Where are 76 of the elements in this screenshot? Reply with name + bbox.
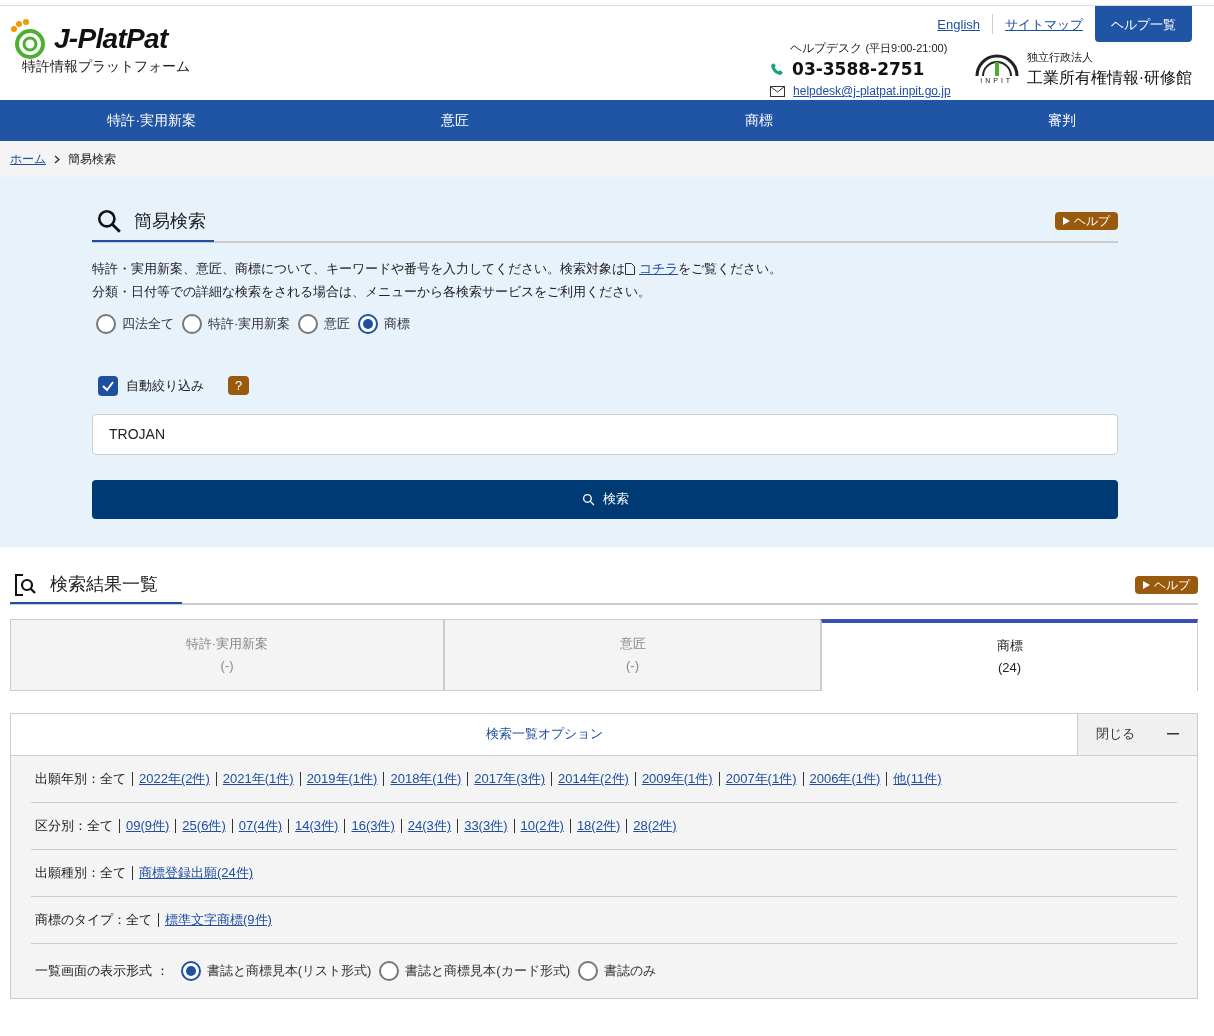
nav-item[interactable]: 意匠 (303, 110, 607, 131)
filter-link[interactable]: 2021年(1件) (222, 768, 294, 789)
filter-link[interactable]: 2018年(1件) (390, 768, 462, 789)
filter-label: 商標のタイプ：全て (35, 910, 152, 929)
filter-label: 出願種別：全て (35, 863, 126, 882)
breadcrumb-link[interactable]: ホーム (10, 150, 46, 168)
filter-link[interactable]: 28(2件) (633, 815, 677, 836)
filter-link[interactable]: 2022年(2件) (139, 768, 210, 789)
results-search-icon (14, 572, 38, 597)
help-button[interactable]: ヘルプ (1055, 212, 1118, 230)
radio-option[interactable]: 特許·実用新案 (182, 313, 291, 334)
filter-link[interactable]: 2019年(1件) (306, 768, 378, 789)
description-text: 分類・日付等での詳細な検索をされる場合は、メニューから各検索サービスをご利用ください。 (92, 283, 652, 301)
phone-icon (770, 62, 785, 77)
description-text: 特許・実用新案、意匠、商標について、キーワードや番号を入力してください。検索対象は (92, 259, 625, 278)
filter-label: 区分別：全て (35, 816, 113, 835)
search-icon (581, 492, 595, 506)
filter-link[interactable]: 09(9件) (126, 815, 170, 836)
sitemap-link[interactable]: サイトマップ (993, 14, 1095, 34)
minus-icon (1167, 733, 1179, 735)
nav-item[interactable]: 特許·実用新案 (0, 110, 304, 131)
filter-link[interactable]: 2014年(2件) (558, 768, 629, 789)
org-type: 独立行政法人 (1026, 50, 1094, 65)
search-button[interactable]: 検索 (92, 479, 1118, 519)
filter-link[interactable]: 33(3件) (464, 815, 508, 836)
logo-text: J-PlatPat (54, 22, 168, 56)
filter-link[interactable]: 10(2件) (520, 815, 564, 836)
filter-label: 出願年別：全て (35, 769, 126, 788)
radio-option[interactable]: 商標 (358, 313, 411, 334)
play-icon (1143, 580, 1150, 589)
radio-option[interactable]: 書誌のみ (577, 960, 656, 981)
filter-link[interactable]: 他(11件) (893, 768, 942, 789)
close-options-button[interactable]: 閉じる (1077, 713, 1197, 755)
section-title: 簡易検索 (134, 209, 206, 233)
org-name: 工業所有権情報·研修館 (1026, 67, 1192, 88)
filter-link[interactable]: 2009年(1件) (641, 768, 713, 789)
target-link[interactable]: コチラ (639, 258, 678, 279)
english-link[interactable]: English (925, 14, 992, 34)
result-tab[interactable]: 商標 (24) (821, 618, 1198, 691)
filter-link[interactable]: 16(3件) (351, 815, 395, 836)
breadcrumb-current: 簡易検索 (68, 151, 116, 168)
help-button[interactable]: ヘルプ (1135, 575, 1198, 594)
filter-link[interactable]: 2017年(3件) (474, 768, 546, 789)
phone-number: 03-3588-2751 (792, 57, 925, 81)
chevron-icon (54, 154, 60, 164)
radio-option[interactable]: 四法全て (96, 313, 174, 334)
options-title: 検索一覧オプション (484, 725, 604, 744)
help-mark-button[interactable]: ? (228, 376, 249, 395)
email-link[interactable]: helpdesk@j-platpat.inpit.go.jp (793, 82, 951, 100)
radio-option[interactable]: 書誌と商標見本(カード形式) (379, 960, 570, 981)
mail-icon (770, 85, 786, 97)
nav-item[interactable]: 審判 (910, 110, 1214, 131)
play-icon (1063, 217, 1070, 225)
search-icon (96, 208, 122, 234)
document-icon (625, 262, 635, 275)
help-list-button[interactable]: ヘルプ一覧 (1095, 6, 1192, 43)
description-suffix: をご覧ください。 (678, 259, 782, 278)
display-format-label: 一覧画面の表示形式 ： (35, 961, 169, 980)
filter-link[interactable]: 18(2件) (576, 815, 621, 836)
inpit-logo-icon (974, 52, 1019, 76)
radio-option[interactable]: 意匠 (298, 313, 351, 334)
filter-link[interactable]: 2007年(1件) (725, 768, 797, 789)
filter-link[interactable]: 14(3件) (295, 815, 339, 836)
section-title: 検索結果一覧 (50, 573, 158, 596)
nav-item[interactable]: 商標 (607, 110, 911, 131)
filter-link[interactable]: 商標登録出願(24件) (139, 862, 254, 883)
auto-filter-checkbox[interactable]: 自動絞り込み (98, 375, 204, 396)
filter-link[interactable]: 25(6件) (182, 815, 226, 836)
radio-option[interactable]: 書誌と商標見本(リスト形式) (180, 960, 372, 981)
filter-link[interactable]: 標準文字商標(9件) (165, 909, 272, 930)
search-field[interactable]: TROJAN (92, 413, 1118, 455)
filter-link[interactable]: 24(3件) (407, 815, 452, 836)
filter-link[interactable]: 07(4件) (238, 815, 283, 836)
helpdesk-label: ヘルプデスク (平日9:00-21:00) (790, 39, 949, 57)
logo-subtitle: 特許情報プラットフォーム (22, 57, 190, 76)
filter-link[interactable]: 2006年(1件) (809, 768, 881, 789)
